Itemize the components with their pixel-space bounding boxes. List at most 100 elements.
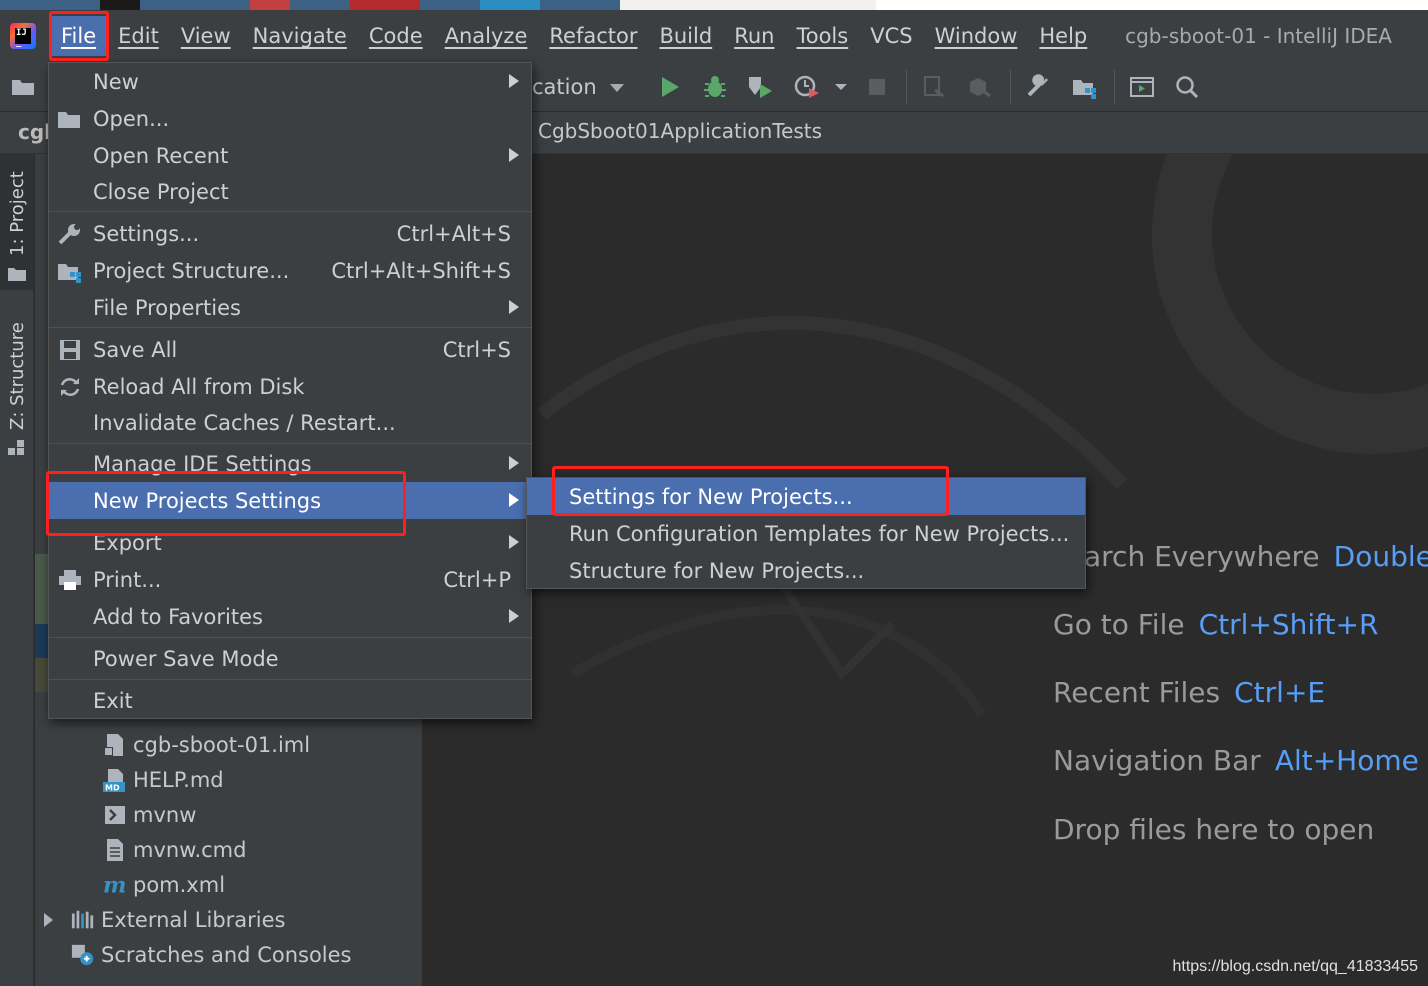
tree-item-label: External Libraries <box>101 908 286 932</box>
tree-item-external-libraries[interactable]: External Libraries <box>39 903 286 937</box>
menu-item-open[interactable]: Open... <box>49 100 531 137</box>
svg-text:MD: MD <box>105 784 120 793</box>
toolbar-separator <box>906 70 907 104</box>
menu-item-exit[interactable]: Exit <box>49 682 531 719</box>
hint-drop-files: Drop files here to open <box>1053 813 1375 846</box>
menu-navigate[interactable]: Navigate <box>242 16 358 56</box>
hint-recent-files: Recent Files Ctrl+E <box>1053 676 1326 709</box>
menu-item-add-to-favorites[interactable]: Add to Favorites <box>49 598 531 635</box>
submenu-arrow-icon <box>509 493 519 507</box>
menu-item-open-recent[interactable]: Open Recent <box>49 137 531 174</box>
hint-search-everywhere: arch EverywhereDouble S <box>1084 540 1428 573</box>
menu-item-reload[interactable]: Reload All from Disk <box>49 368 531 405</box>
menu-item-print[interactable]: Print... Ctrl+P <box>49 561 531 598</box>
shortcut-label: Ctrl+Alt+S <box>396 221 511 246</box>
build-artifact-icon[interactable] <box>965 72 995 102</box>
menu-item-new[interactable]: New <box>49 63 531 100</box>
markdown-file-icon: MD <box>103 768 127 792</box>
menu-vcs[interactable]: VCS <box>859 16 923 56</box>
shortcut-label: Ctrl+S <box>442 337 511 362</box>
menu-item-manage-ide-settings[interactable]: Manage IDE Settings <box>49 445 531 482</box>
menu-separator <box>49 679 531 680</box>
debug-icon[interactable] <box>700 72 730 102</box>
tree-item-mvnw[interactable]: mvnw <box>103 798 196 832</box>
module-file-icon <box>103 733 127 757</box>
menu-view[interactable]: View <box>170 16 242 56</box>
search-icon[interactable] <box>1172 72 1202 102</box>
tree-item-mvnw-cmd[interactable]: mvnw.cmd <box>103 833 246 867</box>
watermark: https://blog.csdn.net/qq_41833455 <box>1172 958 1418 975</box>
menu-window[interactable]: Window <box>924 16 1029 56</box>
breadcrumb[interactable]: CgbSboot01ApplicationTests <box>538 119 822 143</box>
chevron-right-icon[interactable] <box>39 908 57 932</box>
menu-code[interactable]: Code <box>358 16 434 56</box>
coverage-icon[interactable] <box>745 72 775 102</box>
open-folder-icon <box>57 106 83 132</box>
save-icon <box>57 337 83 363</box>
shortcut-label: Ctrl+Alt+Shift+S <box>331 258 511 283</box>
menu-item-invalidate-caches[interactable]: Invalidate Caches / Restart... <box>49 404 531 441</box>
run-anything-icon[interactable] <box>1127 72 1157 102</box>
tree-item-label: cgb-sboot-01.iml <box>133 733 311 757</box>
wrench-icon <box>57 221 83 247</box>
project-name[interactable]: cgl <box>18 120 51 144</box>
tree-item-iml[interactable]: cgb-sboot-01.iml <box>103 728 310 762</box>
project-structure-icon[interactable] <box>1070 72 1100 102</box>
run-config-dropdown[interactable]: cation <box>532 70 634 104</box>
tree-item-label: mvnw.cmd <box>133 838 247 862</box>
desktop-strip <box>0 0 1428 10</box>
menu-file[interactable]: File <box>50 16 108 56</box>
menu-run[interactable]: Run <box>723 16 785 56</box>
tree-item-label: pom.xml <box>133 873 226 897</box>
tree-item-scratches[interactable]: Scratches and Consoles <box>71 938 352 972</box>
menu-help[interactable]: Help <box>1028 16 1098 56</box>
tree-gutter-marker <box>35 658 49 692</box>
submenu-arrow-icon <box>509 300 519 314</box>
menu-item-new-projects-settings[interactable]: New Projects Settings <box>49 482 531 519</box>
tree-item-pom[interactable]: m pom.xml <box>103 868 225 902</box>
wrench-icon[interactable] <box>1024 72 1054 102</box>
submenu-arrow-icon <box>509 609 519 623</box>
menu-item-file-properties[interactable]: File Properties <box>49 289 531 326</box>
menu-item-close-project[interactable]: Close Project <box>49 173 531 210</box>
tree-item-help-md[interactable]: MD HELP.md <box>103 763 224 797</box>
submenu-item-settings-for-new-projects[interactable]: Settings for New Projects... <box>527 478 1085 515</box>
menu-item-power-save-mode[interactable]: Power Save Mode <box>49 640 531 677</box>
menu-build[interactable]: Build <box>648 16 723 56</box>
structure-icon <box>8 440 26 456</box>
submenu-item-structure-for-new-projects[interactable]: Structure for New Projects... <box>527 552 1085 589</box>
chevron-down-icon[interactable] <box>826 72 856 102</box>
structure-tab[interactable]: Z: Structure <box>7 322 28 430</box>
hint-go-to-file: Go to File Ctrl+Shift+R <box>1053 608 1379 641</box>
hint-navigation-bar: Navigation Bar Alt+Home <box>1053 744 1419 777</box>
menu-separator <box>49 443 531 444</box>
toolbar-separator <box>1114 70 1115 104</box>
submenu-item-run-config-templates[interactable]: Run Configuration Templates for New Proj… <box>527 515 1085 552</box>
intellij-logo-icon[interactable]: IJ _ <box>10 23 36 49</box>
menu-item-save-all[interactable]: Save All Ctrl+S <box>49 331 531 368</box>
menu-item-export[interactable]: Export <box>49 524 531 561</box>
stop-icon[interactable] <box>862 72 892 102</box>
printer-icon <box>57 567 83 593</box>
reload-icon <box>57 374 83 400</box>
project-tab[interactable]: 1: Project <box>7 171 28 256</box>
shortcut-label: Ctrl+P <box>443 567 511 592</box>
menu-analyze[interactable]: Analyze <box>434 16 539 56</box>
toolbar-separator <box>1010 70 1011 104</box>
open-folder-icon[interactable] <box>10 74 38 98</box>
menu-edit[interactable]: Edit <box>107 16 170 56</box>
tree-item-label: HELP.md <box>133 768 224 792</box>
svg-text:m: m <box>103 874 126 896</box>
attach-debugger-icon[interactable] <box>920 72 950 102</box>
chevron-down-icon <box>610 84 624 92</box>
left-tool-strip: 1: Project Z: Structure <box>0 154 34 986</box>
menu-tools[interactable]: Tools <box>785 16 859 56</box>
profiler-icon[interactable] <box>792 72 822 102</box>
menu-item-project-structure[interactable]: Project Structure... Ctrl+Alt+Shift+S <box>49 252 531 289</box>
run-icon[interactable] <box>655 72 685 102</box>
menu-refactor[interactable]: Refactor <box>538 16 648 56</box>
submenu-arrow-icon <box>509 456 519 470</box>
menu-separator <box>49 637 531 638</box>
menu-separator <box>49 211 531 212</box>
menu-item-settings[interactable]: Settings... Ctrl+Alt+S <box>49 215 531 252</box>
